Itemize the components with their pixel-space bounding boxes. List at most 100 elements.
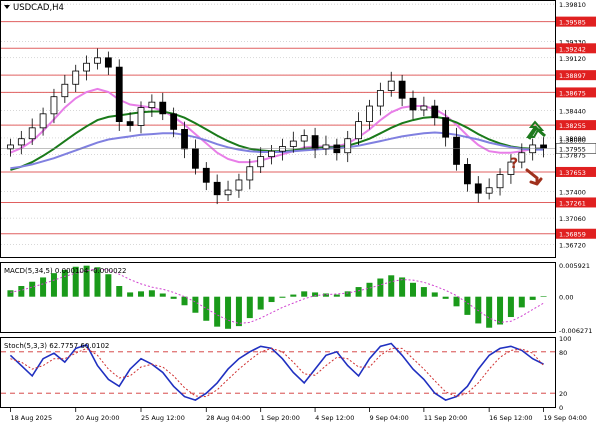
candle-body [83,62,90,72]
symbol-title: USDCAD,H4 [13,3,64,13]
macd-bar [431,292,438,297]
candle-body [344,138,352,154]
time-tick-label: 1 Sep 20:00 [261,414,300,422]
level-label: 1.38255 [559,122,586,130]
candle-body [39,113,47,129]
macd-bar [18,286,25,297]
macd-tick-label: 0.005921 [559,262,590,270]
candle-body [137,107,145,126]
question-mark: ? [510,156,518,172]
candle-body [61,83,69,98]
candle-body [148,101,156,109]
macd-tick-label: 0.00 [559,294,573,302]
macd-bar [235,296,242,327]
current-price-secondary-label: 1.38000 [559,136,586,144]
candle-body [28,127,36,140]
macd-bar [116,286,123,297]
time-tick-label: 20 Aug 20:00 [76,414,120,422]
candle-body [202,167,210,183]
level-label: 1.39585 [559,19,586,27]
candle-body [300,135,308,142]
stoch-axis: 100 80 20 0 [559,335,571,412]
candle-body [496,174,504,189]
candle-body [311,135,319,150]
macd-bar [268,296,275,303]
macd-bar [192,296,199,313]
symbol-title-group[interactable]: USDCAD,H4 [4,3,64,13]
macd-bar [464,296,471,315]
macd-header: MACD(5,34,5) 0.000104 -0.000022 [4,267,127,275]
candle-body [104,57,112,68]
time-tick-label: 11 Sep 20:00 [424,414,467,422]
macd-bar [540,296,547,297]
macd-bar [127,292,134,297]
macd-bar [105,274,112,297]
macd-bar [138,291,144,297]
macd-bar [442,296,449,299]
candle-body [398,80,406,99]
macd-axis: 0.0059210.00-0.006271 [559,262,592,335]
macd-bar [410,282,416,297]
macd-bar [7,290,14,297]
macd-bar [507,296,514,318]
price-tick-label: 1.37400 [559,189,586,197]
macd-bar [148,290,155,297]
price-tick-label: 1.38440 [559,108,586,116]
macd-bar [279,296,286,298]
macd-bar [420,287,427,297]
macd-bar [486,296,493,328]
candle-body [289,140,297,147]
macd-bar [518,296,525,308]
macd-bar [246,296,253,319]
candle-body [366,105,373,123]
stoch-tick-label: 0 [559,404,563,412]
time-tick-label: 19 Sep 04:00 [544,414,587,422]
level-label: 1.36859 [559,231,586,239]
price-tick-label: 1.37060 [559,215,586,223]
price-tick-label: 1.39810 [559,1,586,9]
macd-bar [399,277,406,297]
chart-svg: 1.398101.395851.393301.391201.388971.386… [0,0,596,422]
price-tick-label: 1.39120 [559,55,586,63]
candle-body [463,164,471,185]
macd-bar [453,296,460,307]
candle-body [72,70,80,85]
time-tick-label: 28 Aug 04:00 [206,414,250,422]
time-tick-label: 18 Aug 2025 [10,414,52,422]
stoch-tick-label: 80 [559,349,567,357]
candle-body [224,189,232,196]
candle-body [235,179,243,191]
time-tick-label: 4 Sep 12:00 [315,414,354,422]
macd-bar [203,296,210,321]
candle-body [376,90,384,107]
candle-body [246,166,254,181]
candle-body [17,138,25,146]
macd-bar [301,291,308,297]
candle-body [213,181,221,196]
macd-bar [50,273,57,297]
macd-bar [214,296,221,327]
macd-bar [377,278,384,297]
macd-bar [529,296,536,300]
macd-bar [257,296,264,310]
candle-body [268,150,275,158]
macd-bar [366,282,373,297]
candle-body [420,105,428,111]
candle-body [170,113,178,130]
candle-body [279,146,286,152]
time-tick-label: 25 Aug 12:00 [141,414,185,422]
candle-body [50,96,58,115]
candle-body [518,152,526,163]
candle-body [474,183,482,194]
candle-body [409,97,417,111]
macd-bar [497,296,504,325]
candle-body [442,117,450,138]
macd-bar [29,281,36,297]
macd-bar [344,291,351,297]
candle-body [115,66,123,123]
candle-body [181,128,188,150]
candle-body [257,156,265,168]
macd-bar [225,296,232,329]
candle-body [333,144,341,154]
macd-bar [170,296,177,299]
